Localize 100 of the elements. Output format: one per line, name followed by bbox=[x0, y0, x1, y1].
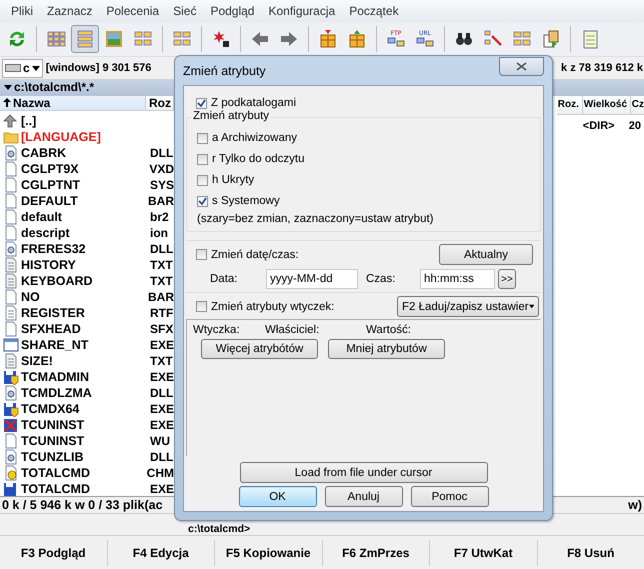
file-name[interactable]: TCUNINST bbox=[21, 434, 150, 448]
file-name[interactable]: HISTORY bbox=[21, 258, 150, 272]
file-extension: EXE bbox=[150, 402, 174, 416]
menu-item[interactable]: Zaznacz bbox=[40, 4, 100, 18]
close-icon bbox=[516, 62, 527, 71]
file-name[interactable]: CABRK bbox=[21, 146, 150, 160]
total-space-text: k z 78 319 612 k bbox=[561, 62, 644, 74]
sort-arrow-icon bbox=[3, 98, 11, 108]
file-extension: EXE bbox=[150, 418, 174, 432]
name-column-header[interactable]: Nazwa bbox=[0, 96, 146, 110]
menu-item[interactable]: Polecenia bbox=[99, 4, 166, 18]
file-name[interactable]: REGISTER bbox=[21, 306, 150, 320]
file-extension: VXD bbox=[149, 162, 174, 176]
file-extension: EXE bbox=[150, 482, 174, 496]
function-key-button[interactable]: F5 Kopiowanie bbox=[215, 540, 322, 566]
file-name[interactable]: descript bbox=[21, 226, 150, 240]
checkbox[interactable] bbox=[197, 174, 208, 186]
file-extension: ion bbox=[150, 226, 168, 240]
function-key-button[interactable]: F7 UtwKat bbox=[430, 540, 538, 566]
file-extension: BAR bbox=[148, 290, 174, 304]
time-input-field[interactable]: hh:mm:ss bbox=[420, 269, 495, 289]
close-button[interactable] bbox=[499, 57, 544, 76]
checkbox[interactable] bbox=[196, 301, 207, 312]
file-name[interactable]: TCMADMIN bbox=[21, 370, 150, 384]
full-button[interactable] bbox=[71, 25, 99, 54]
checkbox-label: Zmień atrybuty wtyczek: bbox=[211, 300, 334, 312]
checkbox[interactable] bbox=[197, 196, 208, 206]
attributes-button[interactable]: Więcej atrybótów bbox=[201, 339, 318, 359]
file-name[interactable]: KEYBOARD bbox=[21, 274, 150, 288]
load-button[interactable]: Load from file under cursor bbox=[240, 462, 488, 483]
size-cell-text: <DIR> bbox=[582, 120, 616, 132]
checkbox-label: h Ukryty bbox=[212, 174, 254, 186]
function-key-button[interactable]: F4 Edycja bbox=[108, 540, 215, 566]
file-name[interactable]: default bbox=[21, 210, 150, 224]
file-name[interactable]: TOTALCMD bbox=[21, 466, 147, 480]
function-key-button[interactable]: F6 ZmPrzes bbox=[322, 540, 430, 566]
menu-item[interactable]: Konfiguracja bbox=[261, 4, 342, 18]
file-extension: SFX bbox=[150, 322, 174, 336]
checkbox[interactable] bbox=[196, 98, 207, 108]
settings-dropdown[interactable]: F2 Ładuj/zapisz ustawier bbox=[397, 296, 539, 317]
file-extension: SYS bbox=[150, 178, 174, 192]
file-name[interactable]: DEFAULT bbox=[21, 194, 148, 208]
dialog-button[interactable]: Anuluj bbox=[324, 486, 402, 507]
column-label: Wartość: bbox=[366, 324, 411, 336]
file-name[interactable]: FRERES32 bbox=[21, 242, 150, 256]
file-extension: DLL bbox=[150, 450, 174, 464]
more-button[interactable]: >> bbox=[498, 269, 516, 289]
caret-icon bbox=[528, 304, 534, 309]
menu-item[interactable]: Sieć bbox=[166, 4, 204, 18]
function-key-button[interactable]: F3 Podgląd bbox=[0, 540, 108, 566]
file-name[interactable]: NO bbox=[21, 290, 148, 304]
checkbox-label: s Systemowy bbox=[212, 195, 280, 207]
column-header[interactable]: Cz bbox=[630, 96, 644, 114]
file-extension: TXT bbox=[150, 354, 173, 368]
file-name[interactable]: TCMDX64 bbox=[21, 402, 150, 416]
volume-label: [windows] bbox=[46, 62, 100, 74]
command-line-prompt[interactable]: c:\totalcmd> bbox=[188, 523, 250, 536]
free-space-text: 9 301 576 bbox=[102, 62, 152, 74]
file-name[interactable]: TCMDLZMA bbox=[21, 386, 150, 400]
checkbox-label: a Archiwizowany bbox=[212, 132, 298, 144]
attributes-button[interactable]: Mniej atrybutów bbox=[328, 339, 445, 359]
column-header[interactable]: Roz. bbox=[556, 96, 583, 114]
file-name[interactable]: SFXHEAD bbox=[21, 322, 150, 336]
caret-icon bbox=[32, 66, 40, 71]
status-text: w) bbox=[628, 498, 642, 512]
file-name[interactable]: CGLPTNT bbox=[21, 178, 150, 192]
file-name[interactable]: CGLPT9X bbox=[21, 162, 150, 176]
file-name[interactable]: SIZE! bbox=[21, 354, 150, 368]
date-label: Data: bbox=[209, 273, 238, 285]
menu-item[interactable]: Pliki bbox=[4, 4, 40, 18]
file-name[interactable]: TCUNINST bbox=[21, 418, 150, 432]
checkbox[interactable] bbox=[197, 132, 208, 144]
column-label: Wtyczka: bbox=[193, 324, 241, 336]
file-name[interactable]: TOTALCMD bbox=[21, 482, 150, 496]
drive-dropdown[interactable]: c bbox=[2, 58, 43, 78]
file-extension: DLL bbox=[150, 146, 174, 160]
checkbox-label: Zmień datę/czas: bbox=[211, 248, 299, 260]
drive-icon bbox=[5, 63, 21, 74]
file-extension: EXE bbox=[150, 338, 174, 352]
date-input-field[interactable]: yyyy-MM-dd bbox=[266, 269, 358, 289]
file-extension: br2 bbox=[150, 210, 169, 224]
file-extension: DLL bbox=[150, 386, 174, 400]
file-name[interactable]: [LANGUAGE] bbox=[21, 130, 150, 144]
file-name[interactable]: TCUNZLIB bbox=[21, 450, 150, 464]
checkbox[interactable] bbox=[196, 249, 207, 260]
dialog-title: Zmień atrybuty bbox=[183, 64, 266, 78]
file-name[interactable]: SHARE_NT bbox=[21, 338, 150, 352]
checkbox[interactable] bbox=[197, 154, 208, 164]
function-key-button[interactable]: F8 Usuń bbox=[538, 540, 644, 566]
menu-item[interactable]: Podgląd bbox=[203, 4, 262, 18]
file-extension: TXT bbox=[150, 274, 173, 288]
file-name[interactable]: [..] bbox=[21, 114, 150, 128]
hint-text: (szary=bez zmian, zaznaczony=ustaw atrybut) bbox=[197, 213, 434, 225]
current-time-button[interactable]: Aktualny bbox=[439, 244, 533, 265]
dialog-button[interactable]: Pomoc bbox=[410, 486, 488, 507]
dialog-button[interactable]: OK bbox=[238, 486, 316, 507]
group-title: Zmień atrybuty bbox=[191, 110, 272, 122]
time-label: Czas: bbox=[365, 273, 396, 285]
menu-item[interactable]: Początek bbox=[342, 4, 406, 18]
column-header[interactable]: Wielkość bbox=[582, 96, 631, 114]
